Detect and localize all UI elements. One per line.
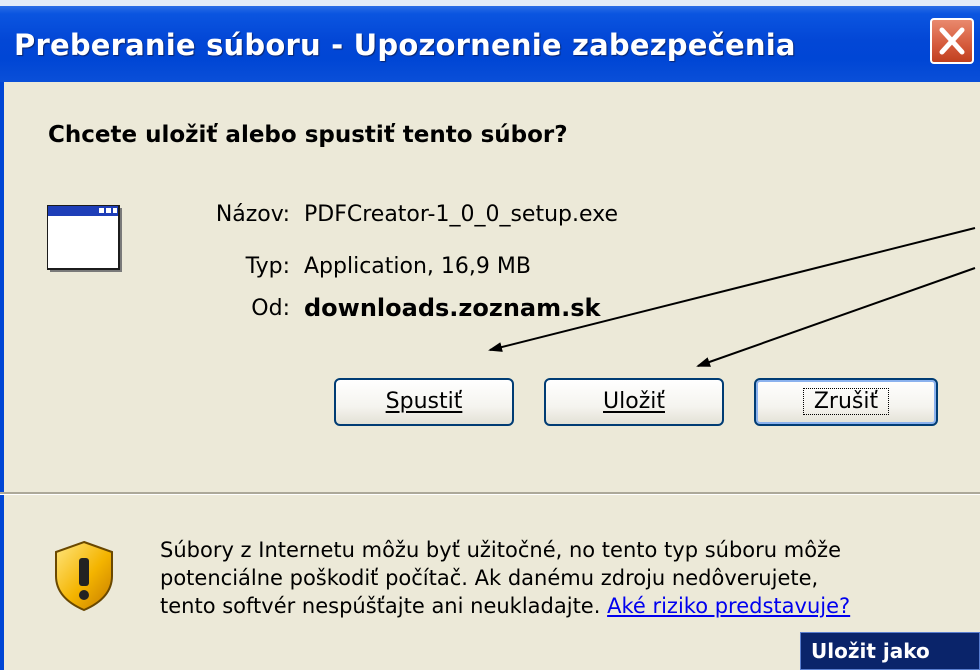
application-window-icon: [47, 205, 122, 272]
divider: [0, 492, 980, 495]
name-label: Názov:: [215, 202, 290, 227]
close-button[interactable]: [930, 18, 974, 64]
from-label: Od:: [251, 296, 290, 321]
file-source-value: downloads.zoznam.sk: [304, 294, 601, 322]
run-button[interactable]: Spustiť: [334, 378, 514, 426]
dialog-question: Chcete uložiť alebo spustiť tento súbor?: [48, 122, 568, 148]
arrow-to-run-button: [488, 227, 976, 352]
title-bar[interactable]: Preberanie súboru - Upozornenie zabezpeč…: [0, 0, 980, 82]
file-type-value: Application, 16,9 MB: [304, 254, 531, 279]
warning-line-1: Súbory z Internetu môžu byť užitočné, no…: [160, 538, 841, 562]
run-button-label: Spustiť: [385, 389, 463, 414]
risk-info-link[interactable]: Aké riziko predstavuje?: [607, 594, 850, 618]
window-title: Preberanie súboru - Upozornenie zabezpeč…: [14, 28, 796, 62]
warning-line-3-container: tento softvér nespúšťajte ani neukladajt…: [160, 592, 960, 620]
security-shield-icon: [55, 540, 113, 612]
save-as-tooltip: Uložit jako: [800, 632, 980, 670]
warning-line-3: tento softvér nespúšťajte ani neukladajt…: [160, 594, 601, 618]
warning-message: Súbory z Internetu môžu byť užitočné, no…: [160, 536, 960, 620]
save-button[interactable]: Uložiť: [544, 378, 724, 426]
arrow-to-save-button: [696, 267, 976, 367]
cancel-button-label: Zrušiť: [802, 388, 890, 415]
save-button-label: Uložiť: [603, 389, 665, 414]
type-label: Typ:: [245, 254, 290, 279]
warning-line-2: potenciálne poškodiť počítač. Ak danému …: [160, 566, 819, 590]
close-icon: [939, 27, 965, 55]
cancel-button[interactable]: Zrušiť: [754, 378, 938, 426]
file-name-value: PDFCreator-1_0_0_setup.exe: [304, 202, 619, 227]
window-border: [0, 82, 4, 670]
